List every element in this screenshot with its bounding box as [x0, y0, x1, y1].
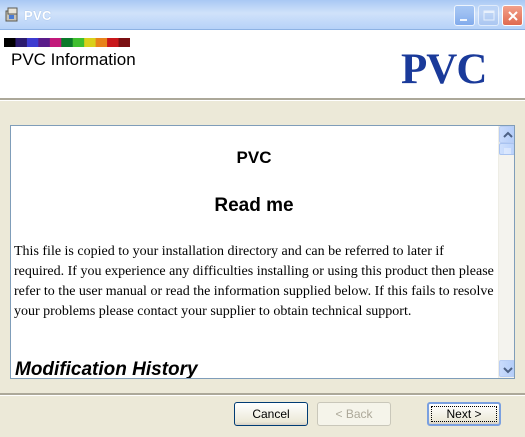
color-strip-segment: [15, 38, 28, 47]
minimize-button[interactable]: [454, 5, 475, 26]
maximize-icon: [483, 10, 495, 21]
title-bar[interactable]: PVC: [0, 0, 525, 30]
color-strip: [4, 38, 130, 47]
color-strip-segment: [72, 38, 85, 47]
color-strip-segment: [49, 38, 62, 47]
color-strip-segment: [84, 38, 97, 47]
grip-icon: [504, 148, 511, 154]
scroll-thumb[interactable]: [499, 143, 514, 155]
close-button[interactable]: [502, 5, 523, 26]
focus-outline: [431, 406, 497, 422]
chevron-down-icon: [503, 367, 513, 374]
readme-document: PVC Read me This file is copied to your …: [11, 126, 497, 378]
color-strip-segment: [118, 38, 130, 47]
cancel-button[interactable]: Cancel: [234, 402, 308, 426]
footer-divider: [0, 393, 525, 396]
back-button[interactable]: < Back: [317, 402, 391, 426]
document-subheading: Read me: [214, 195, 294, 216]
app-icon: [5, 7, 18, 22]
color-strip-segment: [38, 38, 51, 47]
vertical-scrollbar[interactable]: [498, 126, 514, 378]
scroll-down-button[interactable]: [499, 360, 514, 377]
header-divider: [0, 98, 525, 101]
color-strip-segment: [4, 38, 16, 47]
pvc-logo: PVC: [401, 46, 487, 93]
color-strip-segment: [95, 38, 108, 47]
maximize-button[interactable]: [478, 5, 499, 26]
chevron-up-icon: [503, 131, 513, 138]
next-button[interactable]: Next >: [427, 402, 501, 426]
minimize-icon: [460, 19, 467, 21]
window-title: PVC: [24, 8, 52, 23]
close-icon: [508, 11, 518, 21]
wizard-header: PVC Information PVC: [0, 30, 525, 98]
readme-viewer[interactable]: PVC Read me This file is copied to your …: [10, 125, 515, 379]
scroll-up-button[interactable]: [499, 126, 514, 143]
color-strip-segment: [26, 38, 39, 47]
document-paragraph: This file is copied to your installation…: [14, 244, 494, 319]
color-strip-segment: [61, 38, 74, 47]
page-title: PVC Information: [11, 50, 136, 69]
section-heading: Modification History: [15, 359, 198, 378]
color-strip-segment: [107, 38, 120, 47]
document-heading: PVC: [236, 148, 272, 167]
